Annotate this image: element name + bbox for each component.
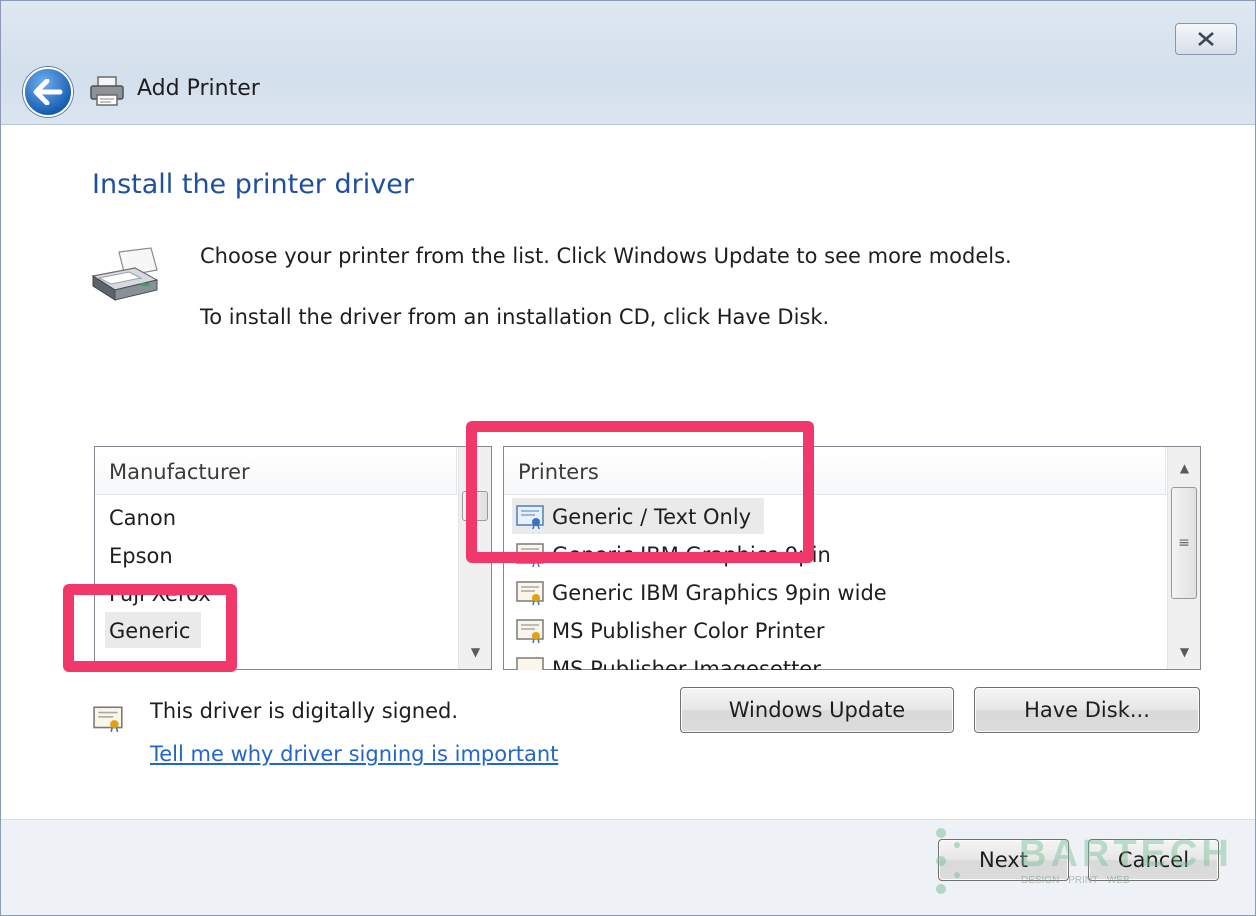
- generic-highlight-box: [63, 584, 237, 672]
- manufacturer-item[interactable]: Epson: [109, 537, 409, 573]
- printers-scrollbar[interactable]: ▲ ≡ ▼: [1167, 447, 1200, 669]
- driver-signed-status: This driver is digitally signed.: [150, 699, 459, 723]
- driver-signing-link[interactable]: Tell me why driver signing is important: [150, 742, 558, 766]
- have-disk-instruction-text: To install the driver from an installati…: [200, 305, 830, 329]
- printer-item[interactable]: Generic IBM Graphics 9pin wide: [512, 574, 1132, 610]
- close-button[interactable]: [1175, 23, 1237, 55]
- manufacturer-column-header[interactable]: Manufacturer: [95, 447, 457, 495]
- manufacturer-item[interactable]: Canon: [109, 499, 409, 535]
- printers-scroll-thumb[interactable]: ≡: [1171, 487, 1197, 599]
- printer-item[interactable]: MS Publisher Color Printer: [512, 612, 1132, 648]
- printer-item-label: MS Publisher Imagesetter: [552, 657, 821, 670]
- printer-icon: [90, 76, 124, 106]
- add-printer-dialog: Add Printer Install the printer driver C…: [0, 0, 1256, 916]
- title-bar: Add Printer: [1, 1, 1255, 125]
- page-heading: Install the printer driver: [92, 169, 414, 200]
- large-printer-icon: [91, 247, 159, 301]
- printer-item-label: MS Publisher Color Printer: [552, 619, 825, 643]
- back-arrow-icon: [33, 79, 63, 105]
- watermark-dots-icon: [936, 828, 960, 894]
- certificate-icon: [516, 581, 544, 606]
- certificate-icon: [93, 706, 123, 732]
- windows-update-button[interactable]: Windows Update: [680, 687, 954, 733]
- scroll-down-arrow[interactable]: ▼: [1168, 635, 1201, 669]
- scroll-up-arrow[interactable]: ▲: [1168, 451, 1201, 485]
- certificate-icon: [516, 619, 544, 644]
- printer-item-label: Generic IBM Graphics 9pin wide: [552, 581, 887, 605]
- printer-item[interactable]: MS Publisher Imagesetter: [512, 650, 1132, 670]
- instruction-text: Choose your printer from the list. Click…: [200, 244, 1012, 268]
- certificate-icon: [516, 657, 544, 670]
- watermark-brand: BARTECH: [1019, 833, 1233, 875]
- scroll-down-arrow[interactable]: ▼: [459, 635, 492, 669]
- generic-text-only-highlight-box: [466, 421, 814, 563]
- window-title: Add Printer: [137, 76, 260, 101]
- close-icon: [1198, 32, 1214, 46]
- have-disk-button[interactable]: Have Disk...: [974, 687, 1200, 733]
- watermark-tagline: DESIGN · PRINT · WEB: [1021, 875, 1130, 886]
- back-button[interactable]: [23, 67, 73, 117]
